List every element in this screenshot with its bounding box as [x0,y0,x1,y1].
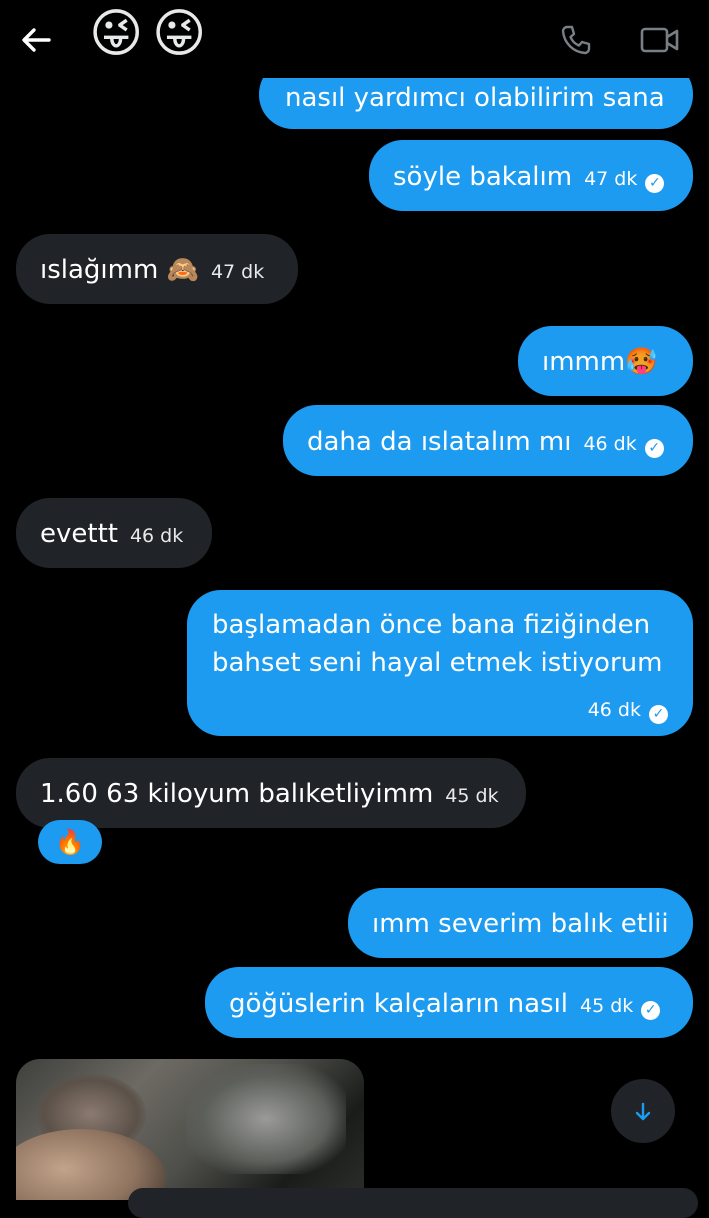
message-bubble-outgoing[interactable]: başlamadan önce bana fiziğinden bahset s… [187,590,693,736]
message-text-line: başlamadan önce bana fiziğinden [212,610,651,640]
message-time: 47 dk [210,261,265,283]
message-bubble-incoming[interactable]: ıslağımm 🙈 47 dk [16,234,298,304]
message-text: 1.60 63 kiloyum balıketliyimm [40,779,434,809]
message-text-line: bahset seni hayal etmek istiyorum [212,648,663,678]
message-bubble-outgoing[interactable]: ımmm🥵 [518,326,693,396]
message-text: ımm severim balık etlii [372,909,669,939]
scroll-down-button[interactable] [611,1079,675,1143]
message-bubble-outgoing[interactable]: söyle bakalım 47 dk ✓ [369,140,693,211]
message-composer[interactable] [128,1188,698,1218]
message-time: 47 dk [584,168,638,190]
read-check-icon: ✓ [641,1001,661,1020]
video-camera-icon[interactable] [640,24,680,60]
message-time: 46 dk [129,525,184,547]
phone-icon[interactable] [560,24,592,60]
chat-header: 😜 😜 [0,0,709,78]
message-text: söyle bakalım [393,162,573,192]
message-text: evettt [40,519,118,549]
read-check-icon: ✓ [644,439,664,458]
title-emoji-2[interactable]: 😜 [152,4,206,64]
arrow-down-icon [632,1094,654,1127]
message-text: ıslağımm 🙈 [40,255,199,285]
message-bubble-outgoing[interactable]: ımm severim balık etlii [348,888,693,958]
message-text: göğüslerin kalçaların nasıl [229,989,569,1019]
message-text: ımmm🥵 [542,347,658,377]
photo-message[interactable] [16,1059,364,1200]
reaction-badge[interactable]: 🔥 [38,820,102,864]
message-time: 46 dk [583,433,637,455]
photo-content [186,1064,346,1174]
message-text: nasıl yardımcı olabilirim sana [285,83,665,113]
read-check-icon: ✓ [649,705,668,724]
message-time: 45 dk [445,785,499,807]
read-check-icon: ✓ [645,174,665,193]
message-bubble-outgoing[interactable]: göğüslerin kalçaların nasıl 45 dk ✓ [205,967,693,1038]
message-bubble-incoming[interactable]: 1.60 63 kiloyum balıketliyimm 45 dk [16,758,526,828]
message-time: 45 dk [580,995,634,1017]
message-text: daha da ıslatalım mı [307,427,572,457]
fire-reaction-icon: 🔥 [55,828,85,856]
message-time: 46 dk [587,699,641,721]
message-bubble-incoming[interactable]: evettt 46 dk [16,498,212,568]
title-emoji-1[interactable]: 😜 [89,4,143,64]
back-arrow-icon[interactable] [18,22,54,58]
message-bubble-outgoing[interactable]: daha da ıslatalım mı 46 dk ✓ [283,405,693,476]
